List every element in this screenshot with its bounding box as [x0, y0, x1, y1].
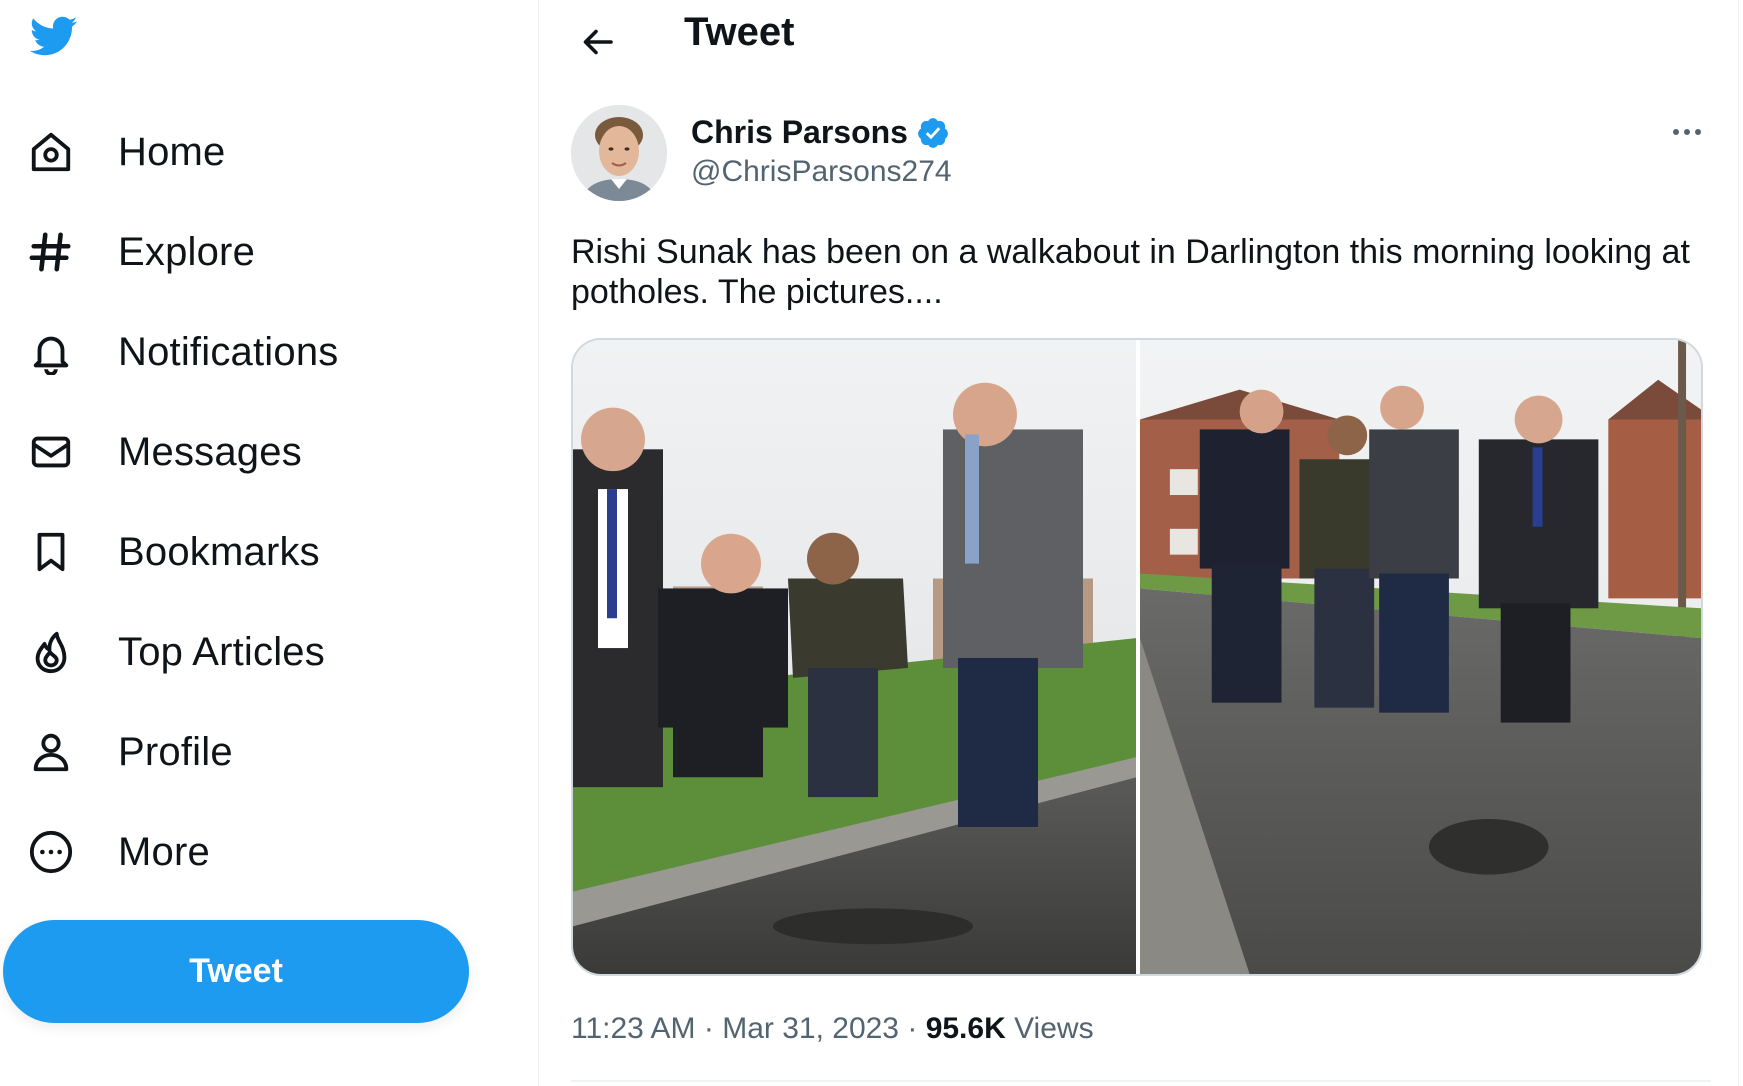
meta-divider — [571, 1080, 1711, 1082]
nav-label-profile: Profile — [118, 729, 233, 774]
tweet-photo-1[interactable] — [573, 340, 1136, 974]
sidebar: Home Explore Notifications Messages Book… — [0, 0, 538, 1086]
nav-label-notifications: Notifications — [118, 329, 339, 374]
photo-1-image — [573, 340, 1136, 974]
nav-item-messages[interactable]: Messages — [26, 422, 302, 482]
tweet-media-grid — [571, 338, 1703, 976]
nav-item-more[interactable]: More — [26, 822, 210, 882]
bookmark-icon — [26, 527, 76, 577]
twitter-bird-icon-svg — [29, 16, 78, 56]
author-handle[interactable]: @ChrisParsons274 — [691, 155, 952, 189]
hashtag-icon — [26, 227, 76, 277]
author-name-row[interactable]: Chris Parsons — [691, 114, 950, 151]
nav-label-home: Home — [118, 129, 226, 174]
nav-label-bookmarks: Bookmarks — [118, 529, 320, 574]
tweet-text: Rishi Sunak has been on a walkabout in D… — [571, 233, 1690, 311]
nav-item-notifications[interactable]: Notifications — [26, 322, 338, 382]
compose-tweet-button[interactable]: Tweet — [3, 920, 469, 1023]
nav-label-messages: Messages — [118, 429, 302, 474]
photo-2-image — [1140, 340, 1701, 974]
tweet-date[interactable]: Mar 31, 2023 — [722, 1012, 899, 1045]
column-divider-right — [1738, 0, 1739, 1086]
page-title: Tweet — [684, 10, 795, 54]
tweet-time[interactable]: 11:23 AM — [571, 1012, 696, 1045]
envelope-icon — [26, 427, 76, 477]
author-name[interactable]: Chris Parsons — [691, 114, 908, 151]
nav-item-bookmarks[interactable]: Bookmarks — [26, 522, 320, 582]
arrow-left-icon — [583, 29, 613, 55]
bell-icon — [26, 327, 76, 377]
meta-separator: · — [703, 1012, 714, 1045]
nav-item-home[interactable]: Home — [26, 122, 226, 182]
nav-item-profile[interactable]: Profile — [26, 722, 233, 782]
flame-icon — [26, 627, 76, 677]
person-icon — [26, 727, 76, 777]
views-label: Views — [1014, 1012, 1094, 1045]
nav-item-top-articles[interactable]: Top Articles — [26, 622, 325, 682]
tweet-photo-2[interactable] — [1140, 340, 1701, 974]
twitter-bird-icon[interactable] — [26, 12, 82, 60]
more-circle-icon — [26, 827, 76, 877]
tweet-metadata: 11:23 AM · Mar 31, 2023 · 95.6K Views — [571, 1012, 1094, 1046]
nav-item-explore[interactable]: Explore — [26, 222, 255, 282]
tweet-more-options-button[interactable] — [1662, 112, 1712, 152]
ellipsis-icon — [1673, 129, 1701, 135]
author-avatar[interactable] — [571, 105, 667, 201]
nav-label-top-articles: Top Articles — [118, 629, 325, 674]
views-count: 95.6K — [925, 1012, 1006, 1045]
nav-label-explore: Explore — [118, 229, 256, 274]
tweet-detail-column: Tweet Chris Parsons @ChrisParsons274 Ris… — [539, 0, 1738, 1086]
nav-label-more: More — [118, 829, 210, 874]
home-icon — [26, 127, 76, 177]
verified-badge-icon — [918, 117, 948, 148]
avatar-image — [571, 105, 667, 201]
back-button[interactable] — [569, 12, 629, 72]
meta-separator-2: · — [907, 1012, 918, 1045]
